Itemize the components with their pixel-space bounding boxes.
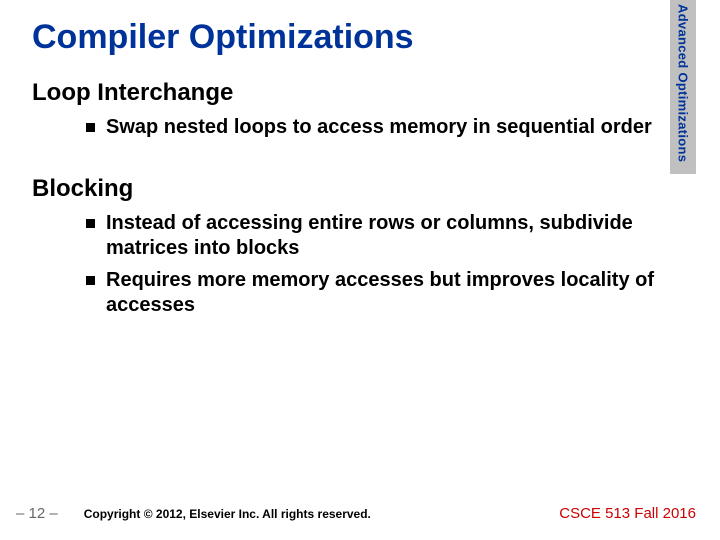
page-number: – 12 – (16, 505, 58, 522)
slide: Advanced Optimizations Compiler Optimiza… (0, 0, 720, 540)
footer: – 12 – Copyright © 2012, Elsevier Inc. A… (0, 505, 720, 522)
bullet-item: Instead of accessing entire rows or colu… (86, 211, 688, 262)
bullet-item: Swap nested loops to access memory in se… (86, 115, 688, 141)
copyright: Copyright © 2012, Elsevier Inc. All righ… (84, 507, 371, 521)
section-heading-loop-interchange: Loop Interchange (32, 79, 688, 107)
bullet-list: Swap nested loops to access memory in se… (86, 115, 688, 141)
slide-title: Compiler Optimizations (32, 18, 688, 57)
section-heading-blocking: Blocking (32, 175, 688, 203)
side-tab: Advanced Optimizations (670, 0, 696, 174)
bullet-item: Requires more memory accesses but improv… (86, 268, 688, 319)
footer-left: – 12 – Copyright © 2012, Elsevier Inc. A… (16, 505, 371, 522)
bullet-list: Instead of accessing entire rows or colu… (86, 211, 688, 319)
course-label: CSCE 513 Fall 2016 (559, 505, 696, 522)
